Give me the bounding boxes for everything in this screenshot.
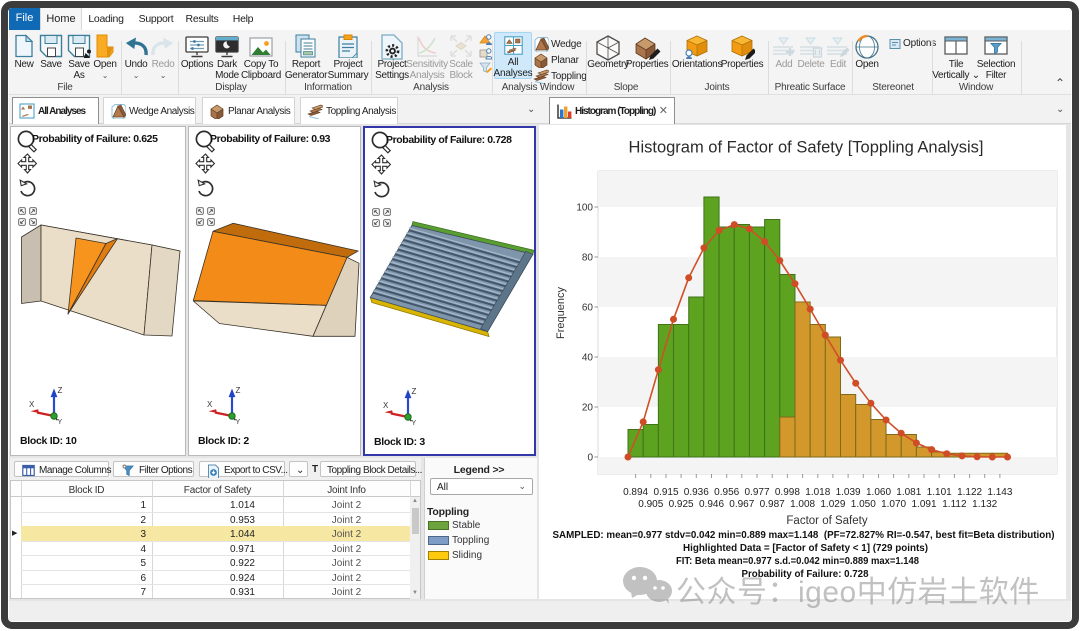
svg-text:1.039: 1.039 bbox=[836, 487, 861, 498]
svg-text:1.132: 1.132 bbox=[972, 499, 997, 510]
svg-text:0.936: 0.936 bbox=[684, 487, 709, 498]
svg-text:FIT: Beta mean=0.977 s.d.=0.04: FIT: Beta mean=0.977 s.d.=0.042 min=0.88… bbox=[676, 555, 919, 567]
svg-text:Z: Z bbox=[412, 387, 417, 396]
svg-text:20: 20 bbox=[582, 403, 594, 414]
svg-text:Z: Z bbox=[58, 386, 63, 395]
svg-text:1.091: 1.091 bbox=[911, 499, 936, 510]
svg-text:60: 60 bbox=[582, 303, 594, 314]
svg-text:1.050: 1.050 bbox=[851, 499, 876, 510]
svg-text:1.018: 1.018 bbox=[805, 487, 830, 498]
svg-text:0.987: 0.987 bbox=[760, 499, 785, 510]
svg-text:1.143: 1.143 bbox=[987, 487, 1012, 498]
svg-text:0.946: 0.946 bbox=[699, 499, 724, 510]
svg-text:X: X bbox=[383, 401, 389, 410]
svg-text:Histogram of Factor of Safety: Histogram of Factor of Safety [Toppling … bbox=[629, 139, 984, 157]
svg-text:1.101: 1.101 bbox=[927, 487, 952, 498]
svg-text:40: 40 bbox=[582, 353, 594, 364]
svg-text:X: X bbox=[29, 400, 35, 409]
svg-text:Y: Y bbox=[412, 420, 417, 426]
svg-text:0.956: 0.956 bbox=[714, 487, 739, 498]
svg-text:0.967: 0.967 bbox=[729, 499, 754, 510]
svg-text:Factor of Safety: Factor of Safety bbox=[786, 515, 867, 527]
svg-text:Y: Y bbox=[236, 419, 241, 425]
svg-text:0.905: 0.905 bbox=[638, 499, 663, 510]
svg-text:0.894: 0.894 bbox=[623, 487, 648, 498]
svg-text:Highlighted Data = [Factor of: Highlighted Data = [Factor of Safety < 1… bbox=[683, 542, 928, 554]
svg-text:Z: Z bbox=[236, 386, 241, 395]
svg-text:0.998: 0.998 bbox=[775, 487, 800, 498]
svg-text:1.081: 1.081 bbox=[896, 487, 921, 498]
svg-text:1.008: 1.008 bbox=[790, 499, 815, 510]
svg-text:0.977: 0.977 bbox=[744, 487, 769, 498]
svg-text:1.112: 1.112 bbox=[942, 499, 967, 510]
svg-text:80: 80 bbox=[582, 253, 594, 264]
svg-text:X: X bbox=[207, 400, 213, 409]
svg-text:Frequency: Frequency bbox=[555, 287, 567, 339]
svg-text:0: 0 bbox=[587, 453, 593, 464]
svg-text:100: 100 bbox=[576, 203, 593, 214]
svg-text:SAMPLED: mean=0.977 stdv=0.042: SAMPLED: mean=0.977 stdv=0.042 min=0.889… bbox=[553, 529, 1055, 541]
svg-text:1.122: 1.122 bbox=[957, 487, 982, 498]
svg-text:1.029: 1.029 bbox=[820, 499, 845, 510]
svg-text:0.925: 0.925 bbox=[669, 499, 694, 510]
svg-text:1.060: 1.060 bbox=[866, 487, 891, 498]
svg-text:0.915: 0.915 bbox=[653, 487, 678, 498]
svg-text:Y: Y bbox=[58, 419, 63, 425]
svg-text:1.070: 1.070 bbox=[881, 499, 906, 510]
